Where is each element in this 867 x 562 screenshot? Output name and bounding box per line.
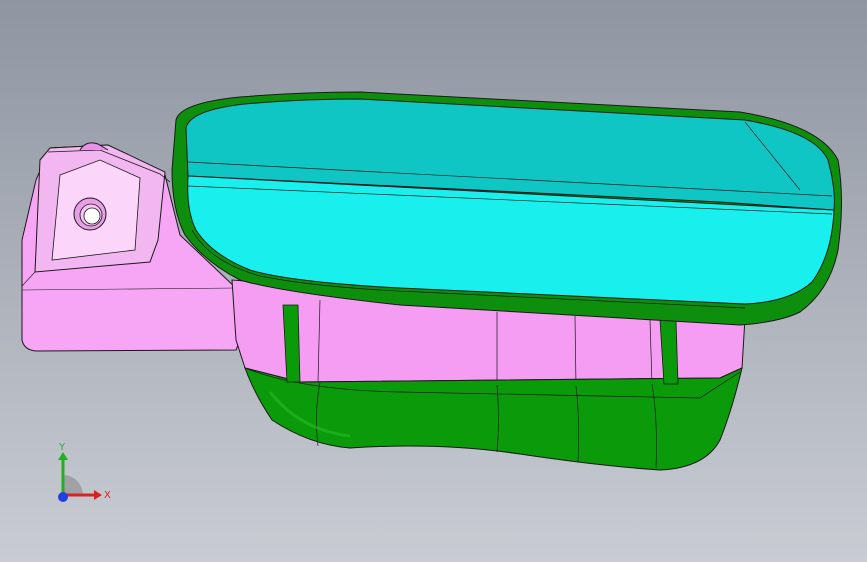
z-axis-dot [58,492,68,502]
cad-model[interactable] [0,0,867,562]
y-axis-label: Y [58,442,66,453]
graphics-viewport[interactable]: Y X [0,0,867,562]
x-axis-arrow [94,490,102,500]
y-axis-arrow [58,452,68,460]
x-axis-label: X [104,490,111,501]
hinge-hole-inner [83,207,101,225]
reference-triad: Y X [58,442,111,502]
fuel-door-lid[interactable] [185,98,835,309]
triad-quadrant [63,475,83,495]
